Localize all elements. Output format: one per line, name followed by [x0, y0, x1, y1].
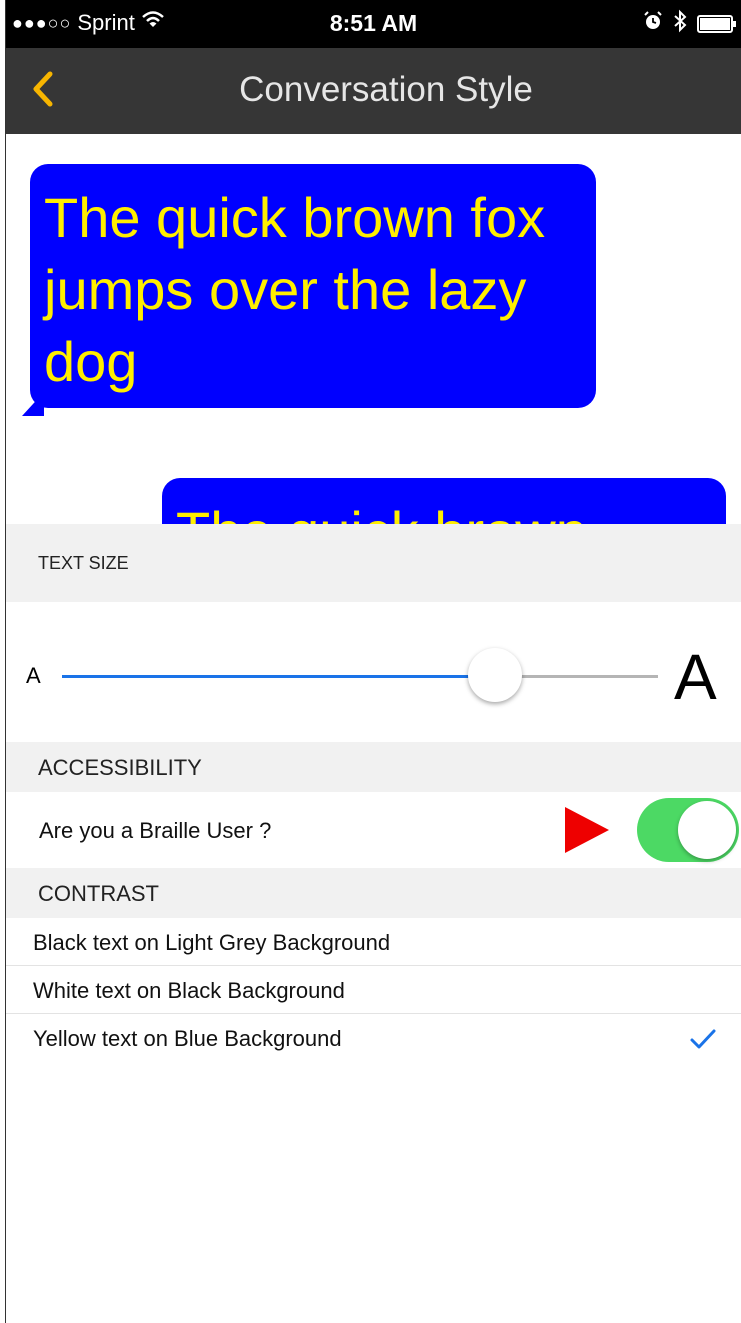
- pointer-arrow-icon: [565, 807, 609, 853]
- section-header-contrast: CONTRAST: [6, 868, 741, 918]
- navigation-bar: Conversation Style: [6, 48, 741, 134]
- text-size-slider-thumb[interactable]: [468, 648, 522, 702]
- contrast-option-yellow-on-blue[interactable]: Yellow text on Blue Background: [6, 1014, 741, 1062]
- slider-track-empty[interactable]: [498, 675, 658, 678]
- braille-user-row: Are you a Braille User ?: [6, 792, 741, 868]
- braille-user-toggle[interactable]: [637, 798, 739, 862]
- page-title: Conversation Style: [239, 70, 533, 109]
- incoming-message-bubble: The quick brown fox jumps over the lazy …: [30, 164, 596, 408]
- contrast-option-label: White text on Black Background: [33, 978, 345, 1003]
- conversation-preview: The quick brown fox jumps over the lazy …: [6, 134, 741, 524]
- checkmark-icon: [690, 1029, 716, 1049]
- slider-track-filled[interactable]: [62, 675, 498, 678]
- status-bar: ●●●○○ Sprint 8:51 AM: [6, 0, 741, 48]
- contrast-option-white-on-black[interactable]: White text on Black Background: [6, 966, 741, 1014]
- section-header-text-size: TEXT SIZE: [6, 524, 741, 602]
- section-title: CONTRAST: [38, 881, 159, 906]
- status-right: [643, 9, 736, 39]
- section-header-accessibility: ACCESSIBILITY: [6, 742, 741, 792]
- small-text-label: A: [26, 663, 41, 688]
- braille-user-label: Are you a Braille User ?: [39, 818, 272, 843]
- screen: ●●●○○ Sprint 8:51 AM Conversation Style …: [6, 0, 741, 1323]
- outgoing-message-bubble: The quick brown: [162, 478, 726, 524]
- toggle-knob: [678, 801, 736, 859]
- section-title: ACCESSIBILITY: [38, 755, 202, 780]
- text-size-slider-row: A A: [6, 602, 741, 742]
- status-time: 8:51 AM: [329, 10, 418, 36]
- section-title: TEXT SIZE: [38, 553, 129, 573]
- battery-icon: [697, 15, 736, 33]
- contrast-option-label: Black text on Light Grey Background: [33, 930, 391, 955]
- contrast-option-black-on-grey[interactable]: Black text on Light Grey Background: [6, 918, 741, 966]
- large-text-label: A: [674, 641, 717, 713]
- contrast-option-label: Yellow text on Blue Background: [33, 1026, 342, 1051]
- bluetooth-icon: [673, 9, 687, 39]
- alarm-icon: [643, 11, 663, 37]
